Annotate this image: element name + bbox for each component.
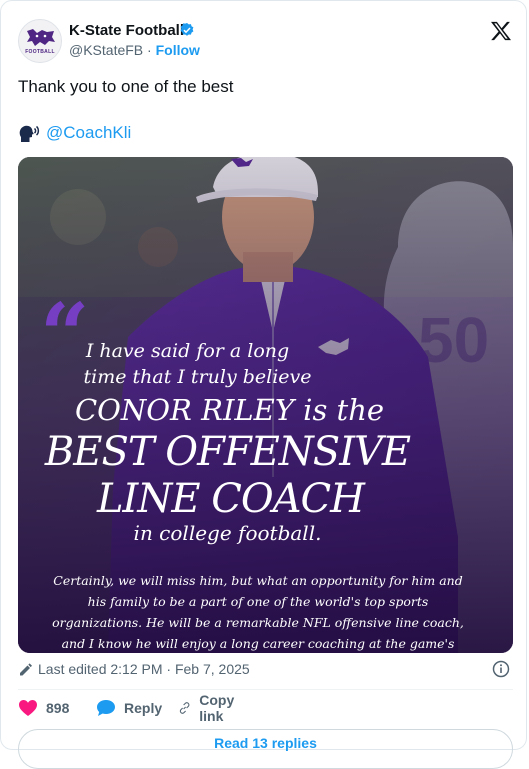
link-icon: [179, 702, 190, 714]
copy-link-button[interactable]: Copy link: [178, 692, 241, 724]
heart-icon: [19, 700, 37, 716]
like-count: 898: [46, 700, 70, 716]
reply-bubble-icon: [97, 700, 115, 716]
quote-line-1: I have said for a long: [85, 340, 290, 362]
handle-line: @KStateFB · Follow: [69, 42, 200, 58]
kstate-wildcat-logo: [27, 29, 55, 46]
quote-line-3: CONOR RILEY is the: [74, 393, 385, 427]
x-logo-icon[interactable]: [490, 21, 512, 41]
avatar[interactable]: FOOTBALL: [18, 19, 62, 63]
copy-link-label: Copy link: [199, 692, 235, 724]
mention-link[interactable]: @CoachKli: [46, 123, 131, 143]
avatar-tag: FOOTBALL: [25, 49, 55, 55]
tweet-text: Thank you to one of the best: [18, 77, 234, 96]
speaking-head-icon: [19, 125, 40, 142]
like-button[interactable]: 898: [18, 698, 69, 718]
separator: ·: [147, 42, 152, 58]
quote-line-5: LINE COACH: [96, 476, 365, 522]
edited-label[interactable]: Last edited 2:12 PM · Feb 7, 2025: [38, 661, 250, 677]
reply-button[interactable]: Reply: [96, 698, 162, 718]
pencil-icon: [20, 663, 32, 676]
quote-line-2: time that I truly believe: [83, 366, 312, 388]
info-icon[interactable]: [492, 660, 510, 678]
quote-line-4: BEST OFFENSIVE: [44, 429, 411, 475]
read-replies-button[interactable]: Read 13 replies: [18, 729, 513, 769]
follow-button[interactable]: Follow: [156, 42, 200, 58]
tweet-image[interactable]: 50 “ I have said for a long time that I …: [18, 157, 513, 653]
tweet-card: FOOTBALL K-State Football @KStateFB · Fo…: [0, 0, 527, 769]
author-name[interactable]: K-State Football: [69, 22, 184, 39]
verified-badge-icon: [180, 23, 194, 36]
quote-line-6: in college football.: [133, 521, 322, 545]
divider: [18, 689, 513, 690]
reply-label: Reply: [124, 700, 163, 716]
quote-subtext: Certainly, we will miss him, but what an…: [52, 573, 464, 651]
author-handle[interactable]: @KStateFB: [69, 42, 143, 58]
